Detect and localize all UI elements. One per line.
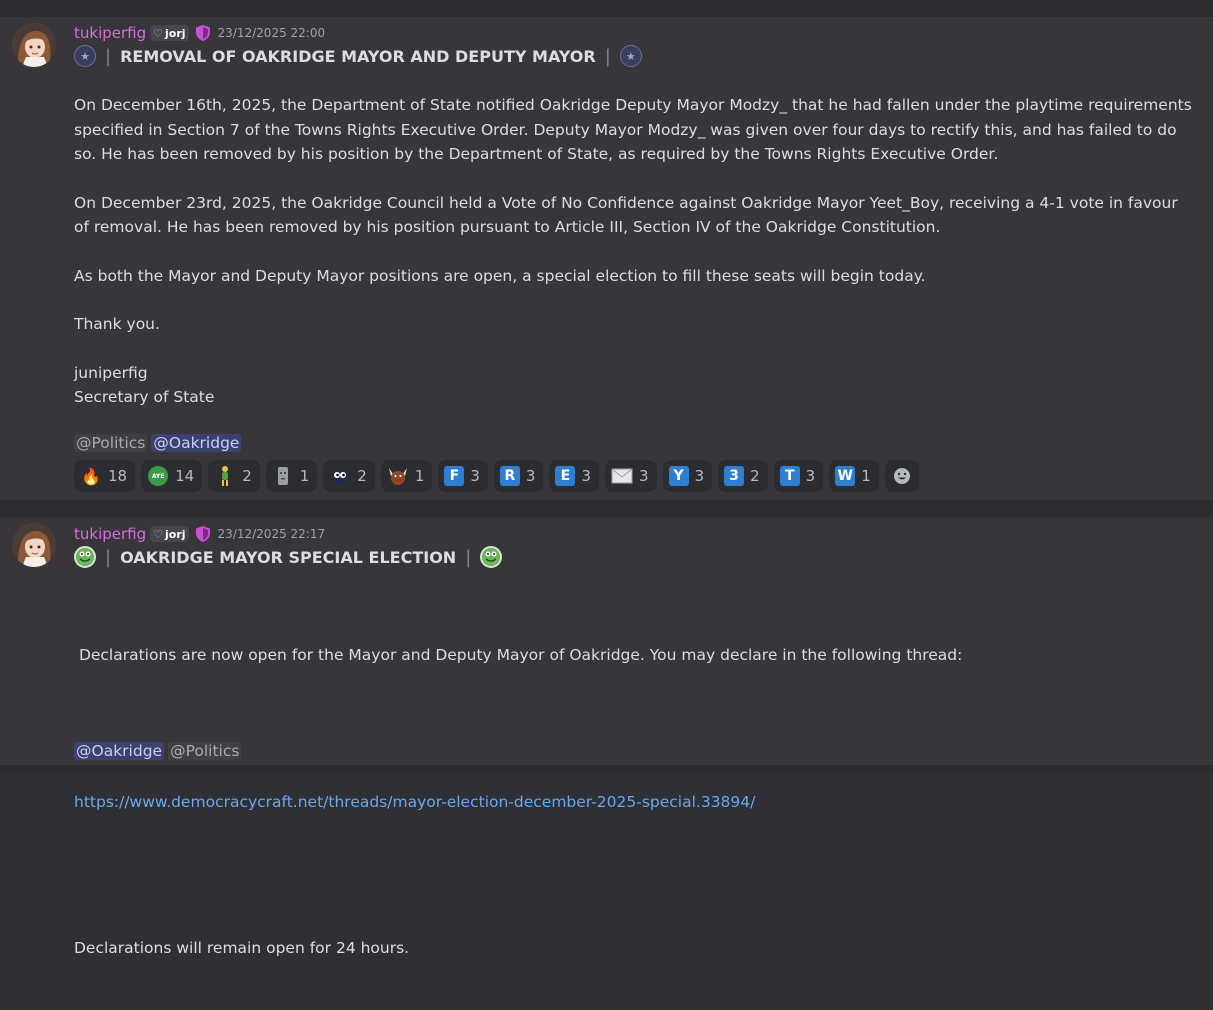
- paragraph: Thank you.: [74, 315, 160, 333]
- reaction-count: 2: [357, 467, 367, 485]
- heart-icon: ♡: [153, 527, 164, 541]
- reaction-aye[interactable]: AYE 14: [141, 460, 203, 492]
- signature-name: juniperfig: [74, 363, 148, 382]
- star-badge-icon[interactable]: ★: [619, 45, 642, 67]
- fire-icon: 🔥: [81, 466, 101, 486]
- message-body: Declarations are now open for the Mayor …: [74, 594, 1194, 1010]
- reaction-count: 3: [525, 467, 536, 485]
- message-removal: tukiperfig ♡ jorj 23/12/2025 22:00 ★ | RE…: [0, 17, 1213, 500]
- reaction-fire[interactable]: 🔥 18: [74, 460, 136, 492]
- frog-badge-icon[interactable]: [480, 546, 503, 568]
- reaction-count: 3: [805, 467, 816, 485]
- letter-w-icon: W: [835, 466, 856, 486]
- message-special-election: tukiperfig ♡ jorj 23/12/2025 22:17 | OAKR…: [0, 518, 1213, 957]
- reaction-count: 1: [299, 467, 310, 485]
- paragraph: Declarations will remain open for 24 hou…: [74, 939, 410, 957]
- smiley-icon: [893, 468, 910, 484]
- message-separator: [0, 500, 1213, 518]
- guild-tag[interactable]: ♡ jorj: [150, 25, 189, 41]
- face-icon: [329, 465, 351, 487]
- letter-f-icon: F: [444, 466, 465, 486]
- mentions: @Oakridge @Politics: [74, 740, 245, 762]
- guild-tag[interactable]: ♡ jorj: [150, 526, 189, 542]
- reaction-count: 2: [242, 467, 252, 485]
- horns-icon: [387, 465, 409, 487]
- reaction-count: 3: [694, 467, 705, 485]
- figure-icon: [214, 465, 236, 487]
- shield-icon[interactable]: [195, 24, 211, 42]
- add-reaction-button[interactable]: [884, 460, 919, 492]
- divider: |: [465, 546, 472, 568]
- divider: |: [105, 546, 112, 568]
- reaction-letter-w[interactable]: W 1: [829, 460, 879, 492]
- reaction-figure[interactable]: 2: [208, 460, 260, 492]
- moai-icon: [272, 465, 294, 487]
- username[interactable]: tukiperfig: [74, 525, 146, 543]
- reaction-count: 14: [175, 467, 195, 485]
- letter-e-icon: E: [555, 466, 576, 486]
- announcement-title: | OAKRIDGE MAYOR SPECIAL ELECTION |: [74, 545, 503, 569]
- reaction-letter-t[interactable]: T 3: [773, 460, 824, 492]
- letter-y-icon: Y: [668, 466, 689, 486]
- reaction-number-3[interactable]: 3 2: [718, 460, 768, 492]
- top-bar: [0, 0, 1213, 17]
- number-3-icon: 3: [724, 466, 745, 486]
- frog-badge-icon[interactable]: [74, 546, 96, 568]
- reaction-letter-y[interactable]: Y 3: [662, 460, 713, 492]
- mention-politics[interactable]: @Politics: [74, 434, 148, 452]
- mention-oakridge[interactable]: @Oakridge: [151, 434, 242, 452]
- title-text: REMOVAL OF OAKRIDGE MAYOR AND DEPUTY MAY…: [120, 46, 596, 66]
- envelope-icon: [611, 465, 633, 487]
- message-body: On December 16th, 2025, the Department o…: [74, 93, 1194, 410]
- timestamp[interactable]: 23/12/2025 22:17: [218, 527, 326, 541]
- paragraph: As both the Mayor and Deputy Mayor posit…: [74, 266, 926, 285]
- paragraph: On December 23rd, 2025, the Oakridge Cou…: [74, 193, 1178, 237]
- avatar[interactable]: [12, 523, 56, 567]
- username[interactable]: tukiperfig: [74, 24, 146, 42]
- thread-link[interactable]: https://www.democracycraft.net/threads/m…: [74, 793, 755, 811]
- letter-r-icon: R: [499, 466, 520, 486]
- reaction-letter-r[interactable]: R 3: [493, 460, 544, 492]
- reaction-count: 3: [581, 467, 592, 485]
- title-text: OAKRIDGE MAYOR SPECIAL ELECTION: [120, 547, 457, 567]
- signature-title: Secretary of State: [74, 388, 215, 406]
- reaction-horns[interactable]: 1: [380, 460, 433, 492]
- mentions: @Politics @Oakridge: [74, 432, 245, 454]
- reaction-envelope[interactable]: 3: [605, 460, 657, 492]
- reaction-count: 2: [750, 467, 760, 485]
- reaction-letter-e[interactable]: E 3: [549, 460, 600, 492]
- bottom-bar: [0, 765, 1213, 773]
- paragraph: On December 16th, 2025, the Department o…: [74, 96, 1192, 163]
- reaction-count: 1: [861, 467, 871, 485]
- heart-icon: ♡: [153, 26, 164, 40]
- paragraph: Declarations are now open for the Mayor …: [74, 646, 963, 664]
- avatar[interactable]: [12, 23, 56, 67]
- reactions-bar: 🔥 18 AYE 14 2 1 2 1 F 3 R 3 E 3 3 Y 3 3 …: [74, 460, 919, 492]
- announcement-title: ★ | REMOVAL OF OAKRIDGE MAYOR AND DEPUTY…: [74, 44, 642, 68]
- reaction-count: 1: [414, 467, 425, 485]
- timestamp[interactable]: 23/12/2025 22:00: [218, 26, 326, 40]
- letter-t-icon: T: [779, 466, 800, 486]
- mention-politics[interactable]: @Politics: [168, 742, 242, 760]
- reaction-count: 3: [639, 467, 649, 485]
- star-badge-icon[interactable]: ★: [74, 45, 96, 67]
- reaction-letter-f[interactable]: F 3: [438, 460, 488, 492]
- divider: |: [604, 45, 611, 67]
- aye-icon: AYE: [147, 465, 169, 487]
- reaction-moai[interactable]: 1: [265, 460, 318, 492]
- message-header: tukiperfig ♡ jorj 23/12/2025 22:00: [74, 23, 325, 43]
- reaction-face[interactable]: 2: [323, 460, 375, 492]
- message-header: tukiperfig ♡ jorj 23/12/2025 22:17: [74, 524, 325, 544]
- reaction-count: 3: [470, 467, 480, 485]
- guild-tag-label: jorj: [165, 26, 186, 40]
- mention-oakridge[interactable]: @Oakridge: [74, 742, 165, 760]
- shield-icon[interactable]: [195, 525, 211, 543]
- guild-tag-label: jorj: [165, 527, 186, 541]
- divider: |: [105, 45, 112, 67]
- reaction-count: 18: [108, 467, 128, 485]
